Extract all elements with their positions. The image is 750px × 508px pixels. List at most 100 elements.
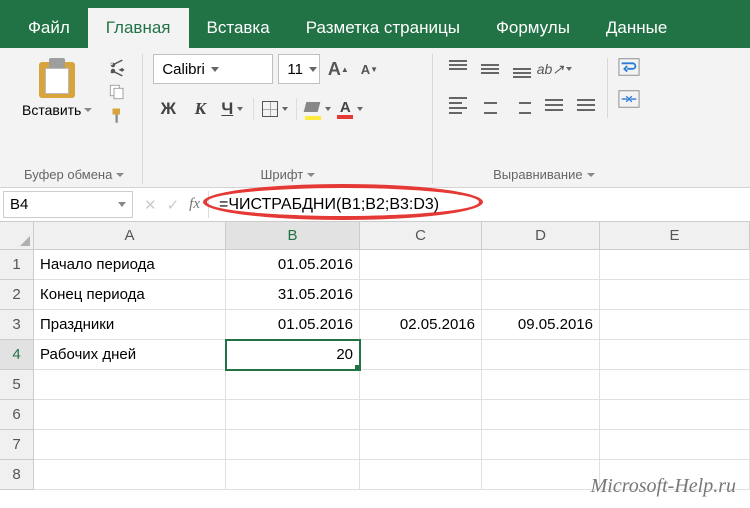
cell-C7[interactable] (360, 430, 482, 460)
column-header-D[interactable]: D (482, 222, 600, 250)
cell-D2[interactable] (482, 280, 600, 310)
row-header-4[interactable]: 4 (0, 340, 34, 370)
cell-B8[interactable] (226, 460, 360, 490)
cell-B4[interactable]: 20 (226, 340, 360, 370)
borders-button[interactable] (260, 94, 290, 124)
cell-D4[interactable] (482, 340, 600, 370)
chevron-down-icon (309, 67, 317, 72)
font-color-icon: A (337, 100, 353, 119)
cell-C3[interactable]: 02.05.2016 (360, 310, 482, 340)
cut-button[interactable] (106, 58, 128, 78)
font-color-button[interactable]: A (335, 94, 365, 124)
align-middle-button[interactable] (475, 54, 505, 84)
fx-button[interactable]: fx (189, 196, 200, 213)
cell-D6[interactable] (482, 400, 600, 430)
indent-icon (577, 99, 595, 111)
cell-D8[interactable] (482, 460, 600, 490)
row-header-8[interactable]: 8 (0, 460, 34, 490)
align-right-button[interactable] (507, 90, 537, 120)
tab-file[interactable]: Файл (10, 8, 88, 48)
row-header-6[interactable]: 6 (0, 400, 34, 430)
cell-B3[interactable]: 01.05.2016 (226, 310, 360, 340)
cell-B2[interactable]: 31.05.2016 (226, 280, 360, 310)
paste-dropdown-icon[interactable] (84, 108, 92, 112)
font-size-select[interactable]: 11 (278, 54, 320, 84)
bold-button[interactable]: Ж (153, 94, 183, 124)
cell-A6[interactable] (34, 400, 226, 430)
formula-input[interactable]: =ЧИСТРАБДНИ(B1;B2;B3:D3) (209, 188, 750, 221)
select-all-corner[interactable] (0, 222, 34, 250)
paste-button[interactable]: Вставить (16, 54, 98, 122)
align-bottom-button[interactable] (507, 54, 537, 84)
decrease-indent-button[interactable] (539, 90, 569, 120)
cell-E4[interactable] (600, 340, 750, 370)
align-top-icon (449, 60, 467, 78)
format-painter-button[interactable] (106, 106, 128, 126)
tab-data[interactable]: Данные (588, 8, 685, 48)
row-header-1[interactable]: 1 (0, 250, 34, 280)
cell-E2[interactable] (600, 280, 750, 310)
font-name-select[interactable]: Calibri (153, 54, 273, 84)
cell-D1[interactable] (482, 250, 600, 280)
cell-A7[interactable] (34, 430, 226, 460)
cell-A5[interactable] (34, 370, 226, 400)
cell-E5[interactable] (600, 370, 750, 400)
cell-A4[interactable]: Рабочих дней (34, 340, 226, 370)
align-left-button[interactable] (443, 90, 473, 120)
row-header-5[interactable]: 5 (0, 370, 34, 400)
cell-D5[interactable] (482, 370, 600, 400)
name-box[interactable]: B4 (3, 191, 133, 218)
chevron-down-icon (118, 202, 126, 207)
shrink-font-button[interactable]: A▼ (356, 56, 382, 82)
align-top-button[interactable] (443, 54, 473, 84)
cell-C6[interactable] (360, 400, 482, 430)
underline-button[interactable]: Ч (217, 94, 247, 124)
cell-C8[interactable] (360, 460, 482, 490)
orientation-button[interactable]: ab↗ (539, 54, 569, 84)
align-center-button[interactable] (475, 90, 505, 120)
wrap-text-button[interactable] (614, 54, 644, 80)
increase-indent-button[interactable] (571, 90, 601, 120)
formula-buttons: ✕ ✓ fx (136, 191, 209, 218)
column-header-E[interactable]: E (600, 222, 750, 250)
cell-C2[interactable] (360, 280, 482, 310)
tab-home[interactable]: Главная (88, 8, 189, 48)
cell-A3[interactable]: Праздники (34, 310, 226, 340)
ribbon-tabs: Файл Главная Вставка Разметка страницы Ф… (0, 8, 750, 48)
cell-E6[interactable] (600, 400, 750, 430)
cell-D7[interactable] (482, 430, 600, 460)
column-header-C[interactable]: C (360, 222, 482, 250)
clipboard-icon (39, 58, 75, 98)
italic-button[interactable]: К (185, 94, 215, 124)
column-header-B[interactable]: B (226, 222, 360, 250)
cell-E3[interactable] (600, 310, 750, 340)
row-header-2[interactable]: 2 (0, 280, 34, 310)
grow-font-button[interactable]: A▲ (325, 56, 351, 82)
cell-B1[interactable]: 01.05.2016 (226, 250, 360, 280)
row-header-7[interactable]: 7 (0, 430, 34, 460)
cell-C5[interactable] (360, 370, 482, 400)
cell-B7[interactable] (226, 430, 360, 460)
cell-A1[interactable]: Начало периода (34, 250, 226, 280)
wrap-text-icon (618, 57, 640, 77)
fill-bucket-icon (305, 102, 321, 116)
merge-cells-button[interactable] (614, 86, 644, 112)
font-name-value: Calibri (162, 61, 205, 78)
cell-B6[interactable] (226, 400, 360, 430)
cell-A8[interactable] (34, 460, 226, 490)
cell-D3[interactable]: 09.05.2016 (482, 310, 600, 340)
fill-color-button[interactable] (303, 94, 333, 124)
cell-C1[interactable] (360, 250, 482, 280)
tab-formulas[interactable]: Формулы (478, 8, 588, 48)
tab-insert[interactable]: Вставка (189, 8, 288, 48)
align-center-icon (481, 97, 499, 114)
cell-C4[interactable] (360, 340, 482, 370)
column-header-A[interactable]: A (34, 222, 226, 250)
cell-E7[interactable] (600, 430, 750, 460)
row-header-3[interactable]: 3 (0, 310, 34, 340)
cell-A2[interactable]: Конец периода (34, 280, 226, 310)
cell-E1[interactable] (600, 250, 750, 280)
tab-page-layout[interactable]: Разметка страницы (288, 8, 478, 48)
cell-B5[interactable] (226, 370, 360, 400)
copy-button[interactable] (106, 82, 128, 102)
